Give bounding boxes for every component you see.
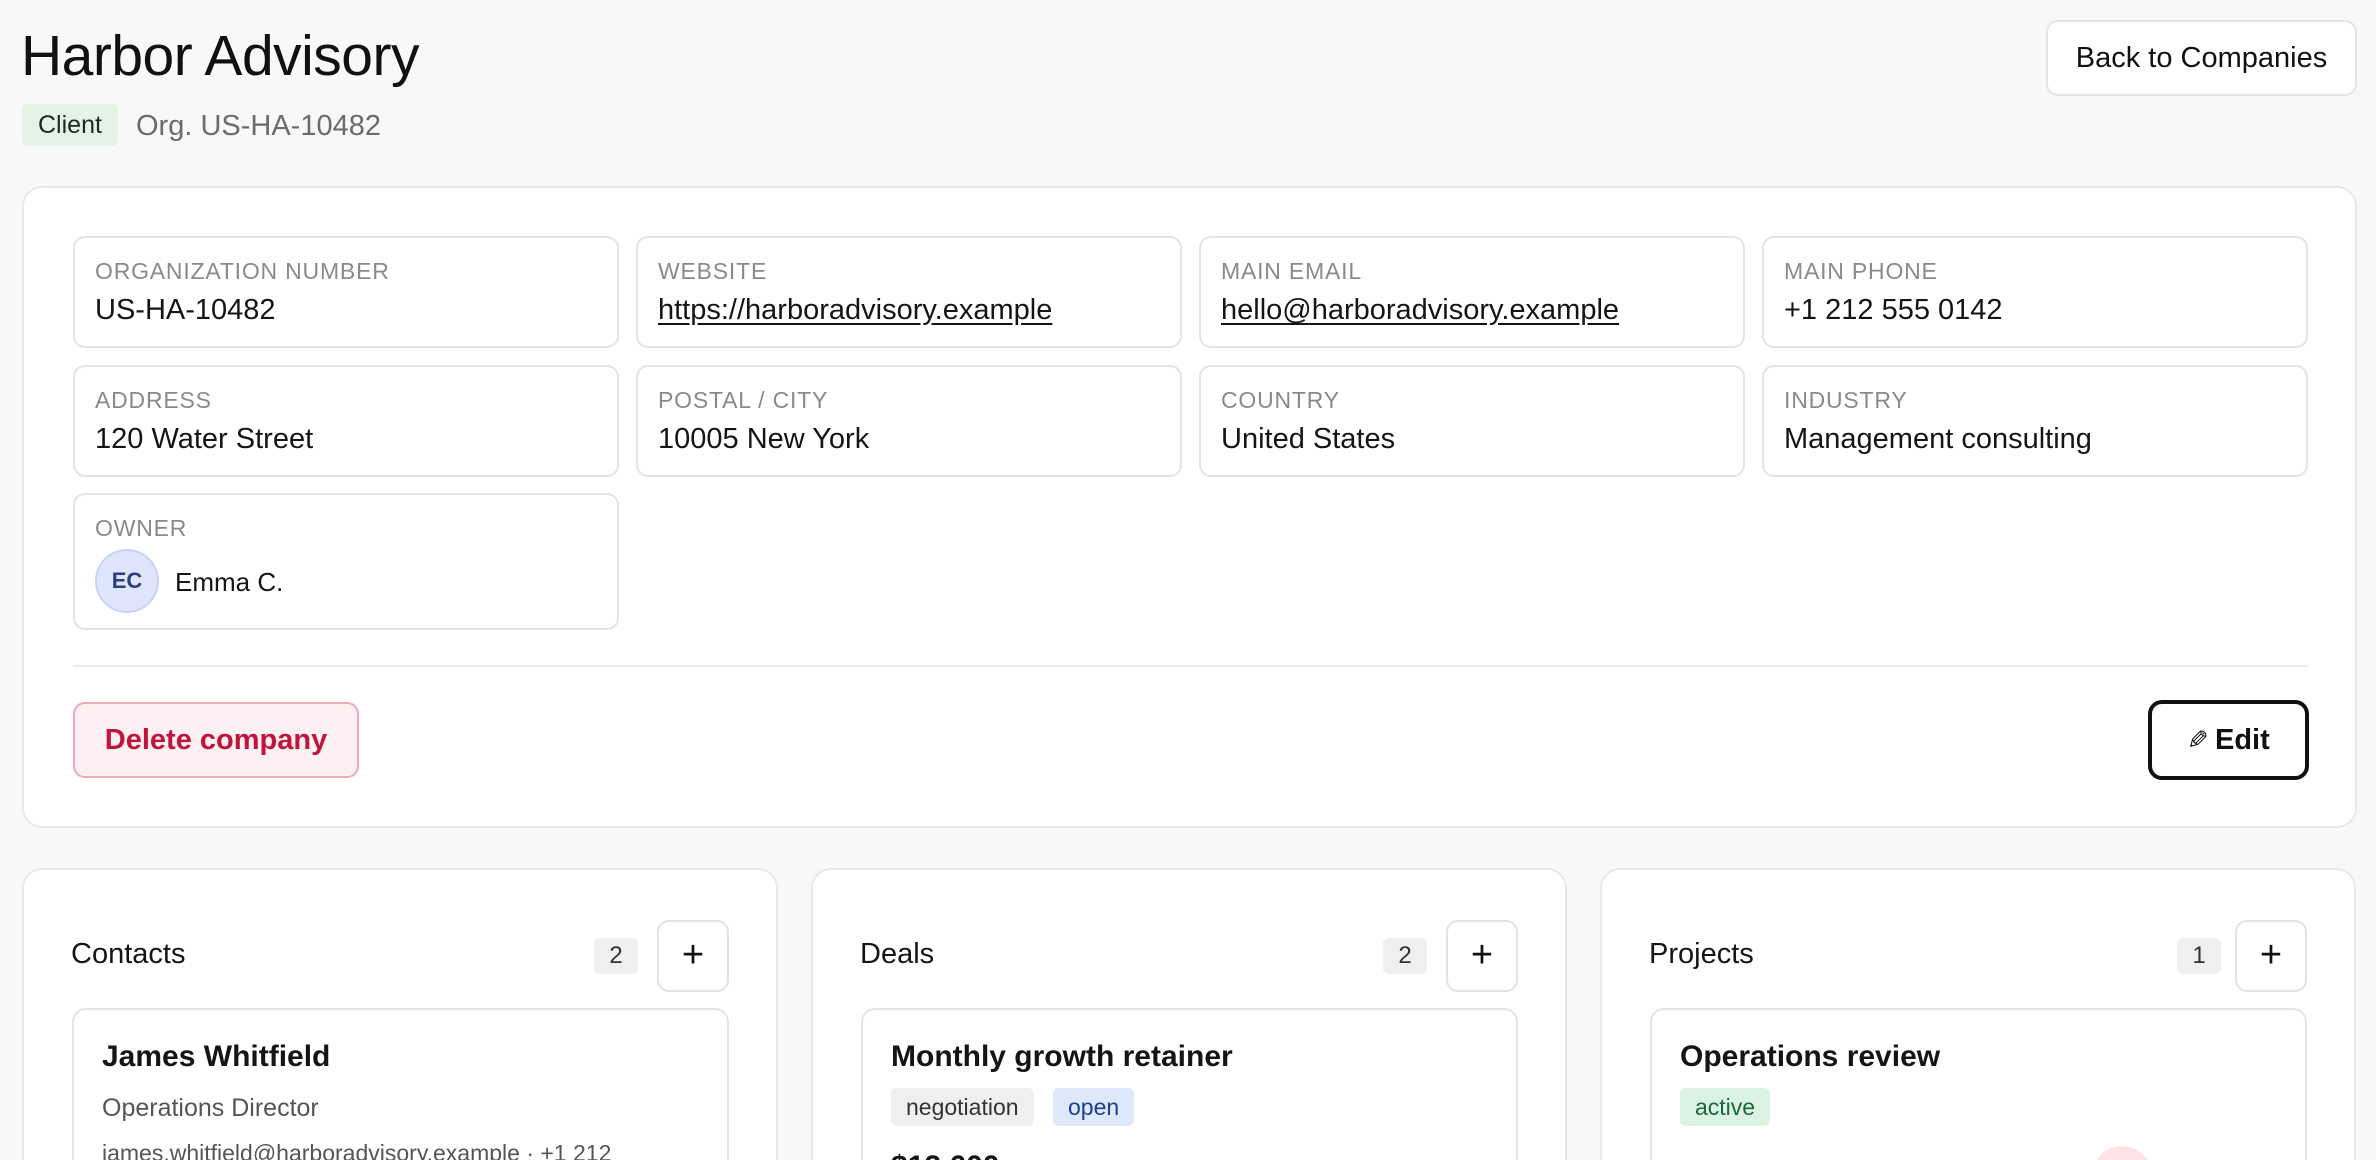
plus-icon: + [2259, 934, 2283, 976]
contact-details: james.whitfield@harboradvisory.example ·… [102, 1140, 612, 1160]
field-label: INDUSTRY [1784, 387, 1908, 413]
field-label: POSTAL / CITY [658, 387, 829, 413]
contact-card[interactable]: James Whitfield Operations Director jame… [72, 1008, 729, 1160]
owner-avatar: EC [95, 549, 159, 613]
email-link[interactable]: hello@harboradvisory.example [1221, 294, 1619, 327]
field-label: WEBSITE [658, 258, 768, 284]
projects-title: Projects [1649, 938, 1754, 970]
org-subtitle: Org. US-HA-10482 [136, 110, 381, 142]
projects-panel: Projects 1 + Operations review active [1600, 868, 2356, 1160]
actions-divider [73, 665, 2308, 667]
deal-stage-tag: negotiation [891, 1088, 1034, 1126]
page-title: Harbor Advisory [21, 24, 420, 88]
add-project-button[interactable]: + [2235, 920, 2307, 992]
projects-count-badge: 1 [2177, 938, 2221, 974]
field-value: 10005 New York [658, 423, 870, 455]
field-industry: INDUSTRY Management consulting [1762, 365, 2308, 477]
project-name: Operations review [1680, 1040, 1941, 1073]
deal-amount: $12,600 [891, 1150, 999, 1160]
company-detail-page: Harbor Advisory Client Org. US-HA-10482 … [0, 0, 2376, 1160]
field-value: +1 212 555 0142 [1784, 294, 2003, 326]
field-main-email: MAIN EMAIL hello@harboradvisory.example [1199, 236, 1745, 348]
field-country: COUNTRY United States [1199, 365, 1745, 477]
contacts-count-badge: 2 [594, 938, 638, 974]
delete-company-button[interactable]: Delete company [73, 702, 359, 778]
field-label: COUNTRY [1221, 387, 1340, 413]
contacts-panel: Contacts 2 + James Whitfield Operations … [22, 868, 778, 1160]
contact-role: Operations Director [102, 1094, 319, 1122]
deal-card[interactable]: Monthly growth retainer negotiation open… [861, 1008, 1518, 1160]
project-card[interactable]: Operations review active [1650, 1008, 2307, 1160]
pencil-icon: ✎ [2187, 725, 2209, 755]
edit-button[interactable]: ✎ Edit [2148, 700, 2309, 780]
owner-name: Emma C. [175, 567, 284, 597]
field-label: MAIN EMAIL [1221, 258, 1362, 284]
edit-label: Edit [2215, 724, 2270, 756]
deals-title: Deals [860, 938, 935, 970]
field-value: Management consulting [1784, 423, 2092, 455]
progress-indicator-icon [2092, 1146, 2152, 1160]
add-deal-button[interactable]: + [1446, 920, 1518, 992]
field-postal-city: POSTAL / CITY 10005 New York [636, 365, 1182, 477]
deal-name: Monthly growth retainer [891, 1040, 1233, 1073]
field-value: United States [1221, 423, 1396, 455]
field-owner: OWNER EC Emma C. [73, 493, 619, 630]
field-value: 120 Water Street [95, 423, 314, 455]
field-label: ADDRESS [95, 387, 212, 413]
field-address: ADDRESS 120 Water Street [73, 365, 619, 477]
field-label: OWNER [95, 515, 188, 541]
field-organization-number: ORGANIZATION NUMBER US-HA-10482 [73, 236, 619, 348]
website-link[interactable]: https://harboradvisory.example [658, 294, 1052, 327]
field-label: ORGANIZATION NUMBER [95, 258, 390, 284]
project-status-tag: active [1680, 1088, 1771, 1126]
field-website: WEBSITE https://harboradvisory.example [636, 236, 1182, 348]
plus-icon: + [1470, 934, 1494, 976]
plus-icon: + [681, 934, 705, 976]
add-contact-button[interactable]: + [657, 920, 729, 992]
deals-count-badge: 2 [1383, 938, 1427, 974]
deals-panel: Deals 2 + Monthly growth retainer negoti… [811, 868, 1567, 1160]
field-value: US-HA-10482 [95, 294, 276, 326]
deal-status-tag: open [1053, 1088, 1135, 1126]
field-label: MAIN PHONE [1784, 258, 1938, 284]
client-type-badge: Client [22, 104, 118, 146]
contact-name: James Whitfield [102, 1040, 331, 1073]
back-to-companies-button[interactable]: Back to Companies [2046, 20, 2357, 96]
contacts-title: Contacts [71, 938, 186, 970]
field-main-phone: MAIN PHONE +1 212 555 0142 [1762, 236, 2308, 348]
company-details-card: ORGANIZATION NUMBER US-HA-10482 WEBSITE … [22, 186, 2357, 828]
